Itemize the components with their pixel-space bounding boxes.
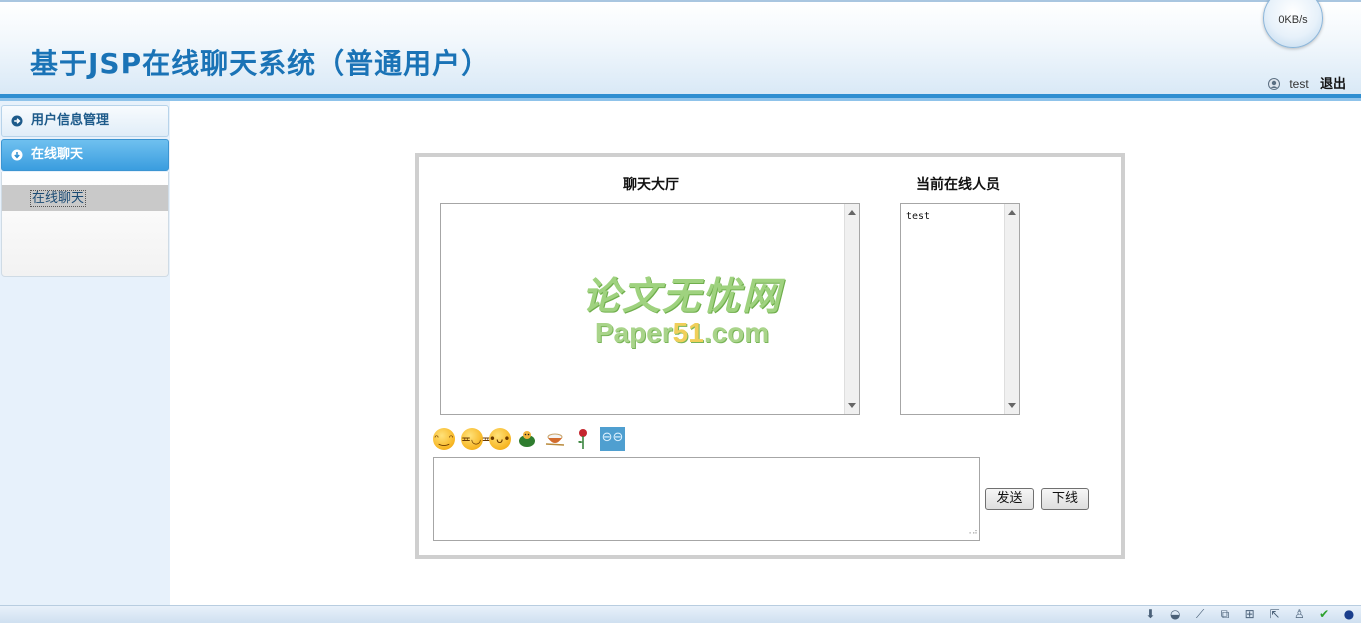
turtle-icon[interactable]	[516, 428, 538, 450]
page-title: 基于JSP在线聊天系统（普通用户）	[30, 47, 491, 80]
network-speed-text: 0KB/s	[1278, 14, 1308, 26]
chat-hall-title: 聊天大厅	[623, 177, 679, 193]
watermark-line2: Paper51.com	[577, 316, 787, 350]
scroll-down-icon[interactable]	[848, 403, 856, 408]
watermark-51: 51	[672, 317, 704, 348]
emoticon-bar: ᵔ‿ᵔ ≖◡≖ •ᴗ• ⊖⊖	[433, 427, 627, 453]
resize-grip-icon[interactable]: ⠠⠴	[966, 528, 978, 536]
system-tray: ⬇ ◒ ⟋ ⧉ ⊞ ⇱ ♙ ✔ ●	[1137, 606, 1357, 623]
chat-panel: 聊天大厅 当前在线人员 论文无忧网 Paper51.com test ᵔ‿ᵔ ≖…	[415, 153, 1125, 559]
export-icon[interactable]: ⇱	[1267, 606, 1283, 623]
sidebar-submenu: 在线聊天	[1, 172, 169, 277]
medkit-icon[interactable]: ⊞	[1242, 606, 1258, 623]
online-users-list[interactable]: test	[900, 203, 1020, 415]
chat-messages-area[interactable]: 论文无忧网 Paper51.com	[440, 203, 860, 415]
sidebar-menu-label: 在线聊天	[31, 147, 84, 162]
sidebar-menu-online-chat[interactable]: 在线聊天	[1, 139, 169, 171]
sidebar-menu-user-info[interactable]: 用户信息管理	[1, 105, 169, 137]
user-bar: test 退出	[1268, 73, 1346, 92]
logout-link[interactable]: 退出	[1320, 77, 1346, 92]
arrow-right-circle-icon	[11, 115, 23, 127]
download-icon[interactable]: ⬇	[1142, 606, 1158, 623]
tongue-face-icon[interactable]: ᵔ‿ᵔ	[433, 428, 455, 450]
shy-face-icon[interactable]: •ᴗ•	[488, 428, 511, 450]
status-bar: ⬇ ◒ ⟋ ⧉ ⊞ ⇱ ♙ ✔ ●	[0, 605, 1361, 623]
username: test	[1289, 77, 1309, 91]
window-icon[interactable]: ⧉	[1217, 606, 1233, 623]
watermark-paper: Paper	[594, 317, 673, 348]
online-users-title: 当前在线人员	[916, 177, 1000, 193]
scroll-down-icon[interactable]	[1008, 403, 1016, 408]
arrow-down-circle-icon	[11, 149, 23, 161]
chat-scrollbar[interactable]	[844, 204, 859, 414]
online-list-scrollbar[interactable]	[1004, 204, 1019, 414]
globe-icon[interactable]: ●	[1341, 606, 1357, 623]
scroll-up-icon[interactable]	[848, 210, 856, 215]
check-icon[interactable]: ✔	[1316, 606, 1332, 623]
sidebar-item-label: 在线聊天	[30, 190, 87, 207]
broom-icon[interactable]: ⟋	[1192, 606, 1208, 623]
header: 基于JSP在线聊天系统（普通用户） 0KB/s test 退出	[0, 0, 1361, 94]
sidebar: 用户信息管理 在线聊天 在线聊天	[0, 101, 170, 605]
cool-square-icon[interactable]: ⊖⊖	[599, 427, 625, 451]
send-button[interactable]: 发送	[985, 488, 1034, 510]
watermark-logo: 论文无忧网 Paper51.com	[577, 276, 787, 350]
watermark-com: .com	[703, 317, 770, 348]
mask-icon[interactable]: ◒	[1167, 606, 1183, 623]
header-divider-light	[0, 98, 1361, 101]
message-input[interactable]	[433, 457, 980, 541]
grin-face-icon[interactable]: ≖◡≖	[460, 428, 491, 450]
sidebar-item-online-chat[interactable]: 在线聊天	[2, 185, 168, 211]
online-user-item[interactable]: test	[906, 211, 930, 222]
scroll-up-icon[interactable]	[1008, 210, 1016, 215]
network-speed-widget[interactable]: 0KB/s	[1263, 0, 1323, 48]
sidebar-menu-label: 用户信息管理	[31, 113, 110, 128]
rice-bowl-icon[interactable]	[544, 428, 566, 450]
go-offline-button[interactable]: 下线	[1041, 488, 1089, 510]
watermark-line1: 论文无忧网	[581, 274, 782, 318]
rose-icon[interactable]	[572, 428, 594, 450]
person-icon[interactable]: ♙	[1291, 606, 1307, 623]
user-avatar-icon	[1268, 78, 1280, 90]
